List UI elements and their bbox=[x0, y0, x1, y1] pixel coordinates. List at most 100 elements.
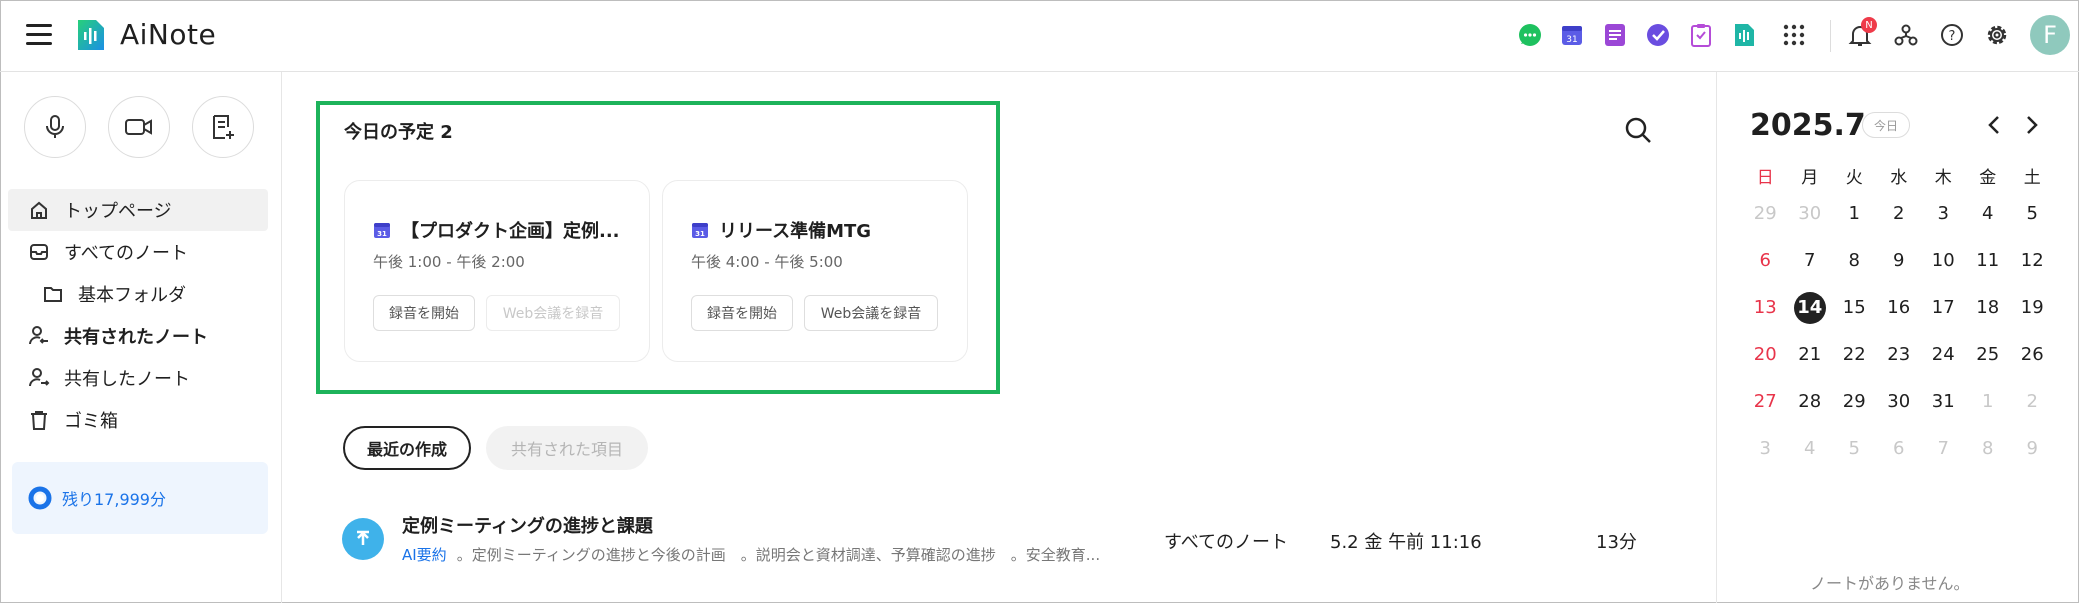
calendar-day[interactable]: 17 bbox=[1921, 291, 1966, 325]
organization-icon[interactable] bbox=[1891, 20, 1921, 50]
calendar-day[interactable]: 7 bbox=[1788, 244, 1833, 278]
microphone-icon bbox=[46, 115, 64, 138]
calendar-day[interactable]: 2 bbox=[2010, 385, 2055, 419]
sidebar-item-top[interactable]: トップページ bbox=[8, 189, 268, 231]
weekday-label: 金 bbox=[1979, 167, 1997, 188]
calendar-day[interactable]: 28 bbox=[1788, 385, 1833, 419]
calendar-app-icon[interactable]: 31 bbox=[1557, 20, 1587, 50]
usage-ring-icon bbox=[28, 486, 52, 510]
calendar-day[interactable]: 12 bbox=[2010, 244, 2055, 278]
calendar-day[interactable]: 1 bbox=[1832, 197, 1877, 231]
sidebar-item-label: 基本フォルダ bbox=[78, 285, 186, 306]
apps-grid-icon[interactable] bbox=[1779, 20, 1809, 50]
calendar-day[interactable]: 29 bbox=[1743, 197, 1788, 231]
calendar-day[interactable]: 2 bbox=[1877, 197, 1922, 231]
note-duration: 13分 bbox=[1596, 532, 1637, 553]
today-marker: 14 bbox=[1793, 291, 1826, 324]
sidebar-item-trash[interactable]: ゴミ箱 bbox=[8, 399, 268, 441]
sidebar-item-label: ゴミ箱 bbox=[64, 411, 118, 432]
menu-icon[interactable] bbox=[26, 24, 52, 46]
record-web-meeting-button[interactable]: Web会議を録音 bbox=[804, 295, 938, 331]
notes-app-icon[interactable] bbox=[1600, 20, 1630, 50]
sidebar-item-label: 共有されたノート bbox=[64, 327, 208, 348]
record-web-meeting-button[interactable]: Web会議を録音 bbox=[486, 295, 620, 331]
calendar-day[interactable]: 4 bbox=[1788, 432, 1833, 466]
schedule-card-title: 【プロダクト企画】定例... bbox=[401, 221, 620, 242]
calendar-day[interactable]: 5 bbox=[2010, 197, 2055, 231]
schedule-card[interactable]: 31 リリース準備MTG 午後 4:00 - 午後 5:00 録音を開始 Web… bbox=[662, 180, 968, 362]
bell-icon[interactable]: N bbox=[1845, 17, 1877, 50]
ainote-app-icon[interactable] bbox=[1729, 20, 1759, 50]
calendar-day[interactable]: 23 bbox=[1877, 338, 1922, 372]
calendar-day[interactable]: 27 bbox=[1743, 385, 1788, 419]
calendar-day[interactable]: 18 bbox=[1966, 291, 2011, 325]
calendar-day[interactable]: 1 bbox=[1966, 385, 2011, 419]
calendar-day[interactable]: 6 bbox=[1743, 244, 1788, 278]
calendar-day[interactable]: 11 bbox=[1966, 244, 2011, 278]
calendar-day[interactable]: 26 bbox=[2010, 338, 2055, 372]
schedule-card-time: 午後 1:00 - 午後 2:00 bbox=[373, 253, 525, 271]
calendar-icon: 31 bbox=[374, 223, 390, 238]
sidebar-item-shared-by-me[interactable]: 共有したノート bbox=[8, 357, 268, 399]
calendar-day[interactable]: 8 bbox=[1966, 432, 2011, 466]
calendar-day[interactable]: 24 bbox=[1921, 338, 1966, 372]
calendar-day[interactable]: 7 bbox=[1921, 432, 1966, 466]
weekday-label: 水 bbox=[1890, 167, 1908, 188]
calendar-day[interactable]: 21 bbox=[1788, 338, 1833, 372]
calendar-day[interactable]: 8 bbox=[1832, 244, 1877, 278]
calendar-day[interactable]: 20 bbox=[1743, 338, 1788, 372]
calendar-day[interactable]: 25 bbox=[1966, 338, 2011, 372]
help-icon[interactable]: ? bbox=[1937, 20, 1967, 50]
calendar-day[interactable]: 5 bbox=[1832, 432, 1877, 466]
calendar-day[interactable]: 30 bbox=[1788, 197, 1833, 231]
record-video-button[interactable] bbox=[108, 96, 170, 158]
calendar-grid: 日 月 火 水 木 金 土 29 30 1 2 3 4 5 6 7 8 9 10… bbox=[1743, 160, 2063, 472]
forms-app-icon[interactable] bbox=[1686, 20, 1716, 50]
weekday-label: 木 bbox=[1934, 167, 1952, 188]
remaining-minutes-text: 残り17,999分 bbox=[62, 490, 166, 509]
svg-text:?: ? bbox=[1949, 29, 1956, 44]
today-button[interactable]: 今日 bbox=[1862, 112, 1910, 138]
calendar-day[interactable]: 6 bbox=[1877, 432, 1922, 466]
tab-shared-items[interactable]: 共有された項目 bbox=[486, 426, 648, 470]
user-avatar[interactable]: F bbox=[2030, 15, 2070, 55]
tasks-app-icon[interactable] bbox=[1643, 20, 1673, 50]
search-icon[interactable] bbox=[1624, 116, 1652, 144]
schedule-card[interactable]: 31 【プロダクト企画】定例... 午後 1:00 - 午後 2:00 録音を開… bbox=[344, 180, 650, 362]
calendar-day[interactable]: 3 bbox=[1743, 432, 1788, 466]
today-schedule-title: 今日の予定 2 bbox=[344, 122, 453, 143]
calendar-week: 6 7 8 9 10 11 12 bbox=[1743, 237, 2063, 284]
chevron-left-icon[interactable] bbox=[1984, 114, 2006, 136]
calendar-day[interactable]: 9 bbox=[1877, 244, 1922, 278]
weekday-header: 日 月 火 水 木 金 土 bbox=[1743, 160, 2063, 190]
calendar-day-today[interactable]: 14 bbox=[1788, 291, 1833, 325]
calendar-day[interactable]: 13 bbox=[1743, 291, 1788, 325]
remaining-minutes-panel[interactable]: 残り17,999分 bbox=[12, 462, 268, 534]
calendar-day[interactable]: 19 bbox=[2010, 291, 2055, 325]
start-recording-button[interactable]: 録音を開始 bbox=[691, 295, 793, 331]
sidebar-item-shared-with-me[interactable]: 共有されたノート bbox=[8, 315, 268, 357]
svg-text:31: 31 bbox=[1566, 35, 1577, 45]
calendar-day[interactable]: 22 bbox=[1832, 338, 1877, 372]
calendar-day[interactable]: 15 bbox=[1832, 291, 1877, 325]
calendar-day[interactable]: 4 bbox=[1966, 197, 2011, 231]
calendar-day[interactable]: 16 bbox=[1877, 291, 1922, 325]
chat-icon[interactable] bbox=[1515, 20, 1545, 50]
calendar-day[interactable]: 3 bbox=[1921, 197, 1966, 231]
sidebar-item-label: すべてのノート bbox=[64, 243, 189, 264]
calendar-day[interactable]: 9 bbox=[2010, 432, 2055, 466]
calendar-week: 20 21 22 23 24 25 26 bbox=[1743, 331, 2063, 378]
calendar-day[interactable]: 10 bbox=[1921, 244, 1966, 278]
tab-recent[interactable]: 最近の作成 bbox=[343, 426, 471, 470]
trash-icon bbox=[28, 409, 50, 431]
start-recording-button[interactable]: 録音を開始 bbox=[373, 295, 475, 331]
new-note-button[interactable] bbox=[192, 96, 254, 158]
settings-icon[interactable] bbox=[1982, 20, 2012, 50]
calendar-day[interactable]: 29 bbox=[1832, 385, 1877, 419]
calendar-day[interactable]: 31 bbox=[1921, 385, 1966, 419]
calendar-day[interactable]: 30 bbox=[1877, 385, 1922, 419]
record-audio-button[interactable] bbox=[24, 96, 86, 158]
sidebar-item-all-notes[interactable]: すべてのノート bbox=[8, 231, 268, 273]
chevron-right-icon[interactable] bbox=[2020, 114, 2042, 136]
sidebar-item-basic-folder[interactable]: 基本フォルダ bbox=[8, 273, 268, 315]
